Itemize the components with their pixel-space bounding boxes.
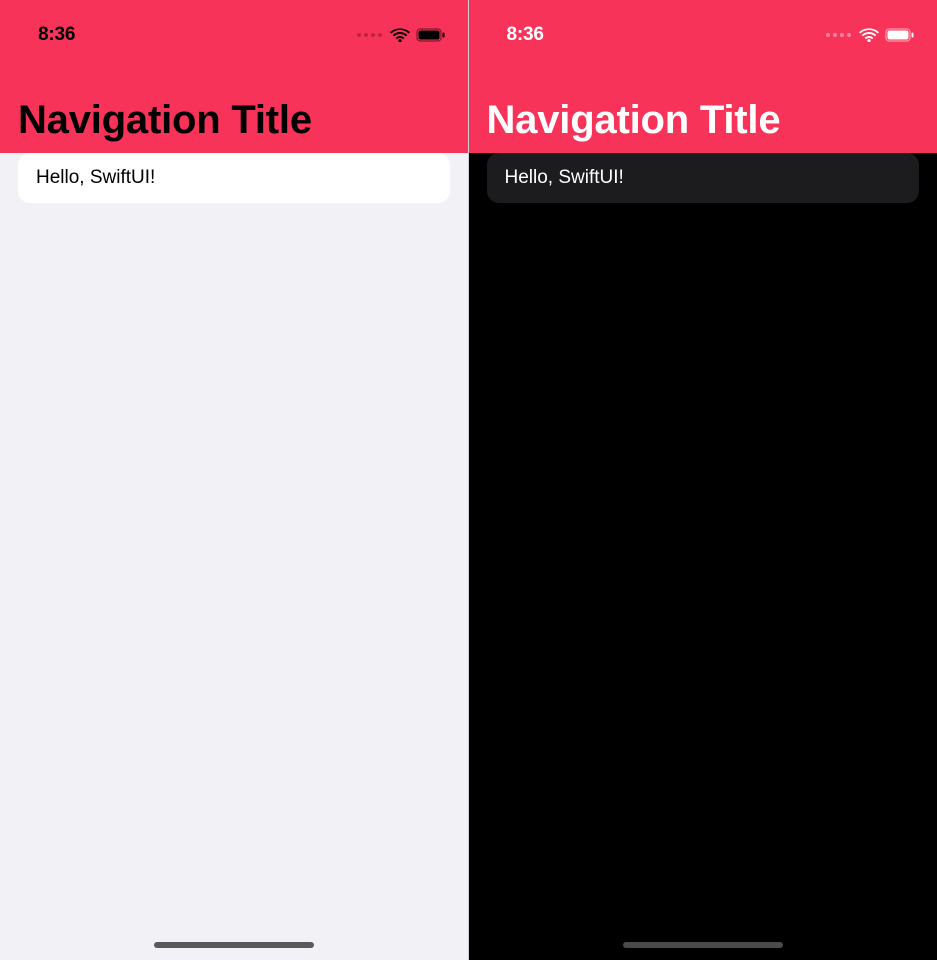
navigation-bar: 8:36 Navigation Title [0,0,468,153]
home-indicator[interactable] [623,942,783,948]
battery-icon [885,28,915,42]
list-content[interactable]: Hello, SwiftUI! [0,153,468,203]
navigation-title: Navigation Title [469,52,937,143]
cellular-dots-icon [357,33,382,37]
status-bar: 8:36 [469,8,937,52]
list-content[interactable]: Hello, SwiftUI! [469,153,937,203]
status-time: 8:36 [507,24,544,46]
phone-dark: 8:36 Navigation Title [469,0,937,960]
status-time: 8:36 [38,24,75,46]
list-item-label: Hello, SwiftUI! [36,167,155,188]
navigation-bar: 8:36 Navigation Title [469,0,937,153]
status-icons [826,28,915,42]
navigation-title: Navigation Title [0,52,468,143]
wifi-icon [390,28,410,42]
status-bar: 8:36 [0,8,468,52]
list-item[interactable]: Hello, SwiftUI! [18,153,450,203]
cellular-dots-icon [826,33,851,37]
list-item-label: Hello, SwiftUI! [505,167,624,188]
phone-light: 8:36 Navigation Title [0,0,469,960]
battery-icon [416,28,446,42]
list-item[interactable]: Hello, SwiftUI! [487,153,920,203]
wifi-icon [859,28,879,42]
status-icons [357,28,446,42]
home-indicator[interactable] [154,942,314,948]
